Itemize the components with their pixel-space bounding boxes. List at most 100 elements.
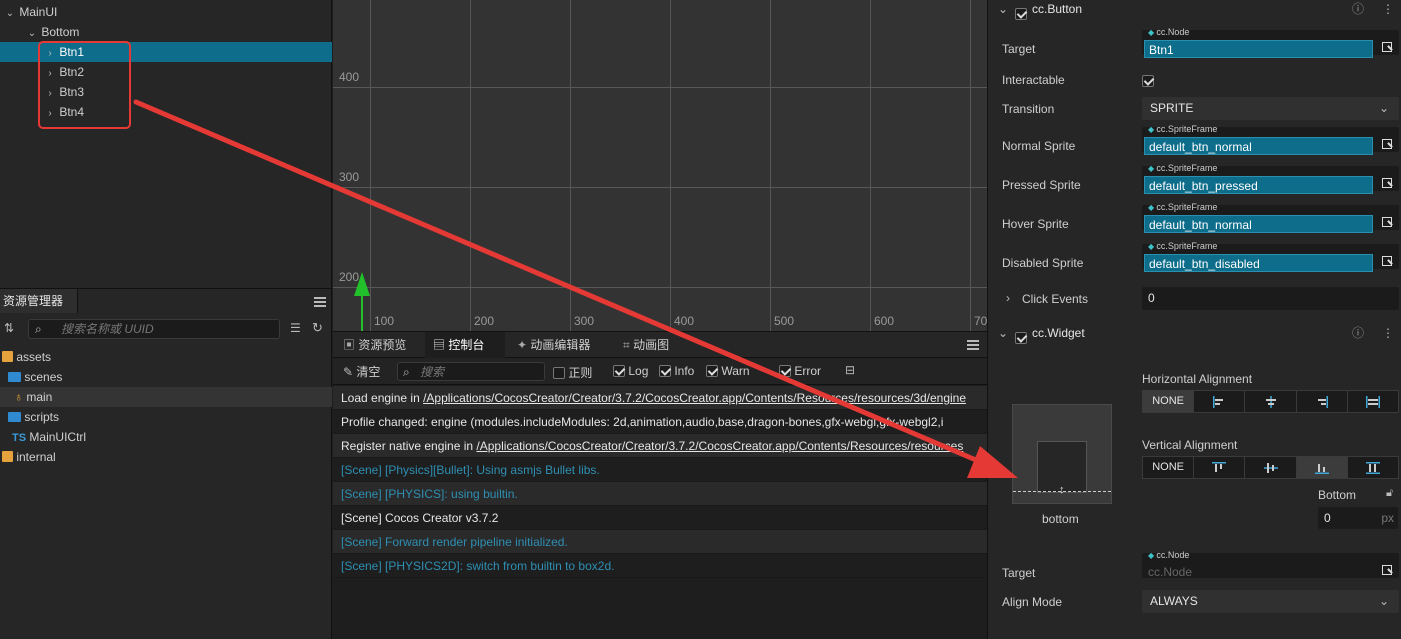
target-value: Btn1 xyxy=(1144,40,1373,58)
more-icon[interactable]: ⋮ xyxy=(1382,0,1394,20)
h-align-center-button[interactable] xyxy=(1245,391,1297,412)
menu-icon[interactable] xyxy=(314,297,326,307)
help-icon[interactable]: ⓘ xyxy=(1352,322,1364,344)
v-align-stretch-button[interactable] xyxy=(1348,457,1398,478)
target-field[interactable]: cc.Node Btn1 xyxy=(1142,27,1399,58)
console-search-input[interactable]: ⌕ 搜索 xyxy=(397,362,545,381)
log-entry[interactable]: [Scene] Forward render pipeline initiali… xyxy=(333,530,987,554)
tab-label: 资源管理器 xyxy=(3,294,64,308)
filter-label: Log xyxy=(628,364,649,378)
collapse-icon[interactable]: ⊟ xyxy=(845,363,855,377)
log-entry[interactable]: [Scene] [Physics][Bullet]: Using asmjs B… xyxy=(333,458,987,482)
regex-checkbox[interactable] xyxy=(553,367,565,379)
picker-icon[interactable] xyxy=(1381,255,1395,269)
more-icon[interactable]: ⋮ xyxy=(1382,322,1394,344)
asset-item-scenes[interactable]: scenes xyxy=(0,367,332,387)
filter-info[interactable]: Info xyxy=(659,364,694,378)
error-checkbox[interactable] xyxy=(779,365,791,377)
filter-warn[interactable]: Warn xyxy=(706,364,750,378)
align-middle-icon xyxy=(1263,462,1278,473)
tab-asset-preview[interactable]: ▣ 资源预览 xyxy=(333,332,423,358)
x-tick-label: 300 xyxy=(574,314,595,328)
v-align-bottom-button[interactable] xyxy=(1296,457,1348,478)
v-align-none-button[interactable]: NONE xyxy=(1143,457,1195,478)
menu-icon[interactable] xyxy=(967,340,979,350)
sort-icon[interactable]: ⇅ xyxy=(4,322,18,334)
button-component-header[interactable]: ⌄ cc.Button ⓘ ⋮ xyxy=(988,0,1401,20)
search-placeholder: 搜索名称或 UUID xyxy=(61,322,154,336)
warn-checkbox[interactable] xyxy=(706,365,718,377)
widget-preview[interactable]: ↕ xyxy=(1012,404,1112,504)
chevron-down-icon[interactable]: ⌄ xyxy=(998,322,1008,344)
asset-label: main xyxy=(26,390,53,404)
h-align-none-button[interactable]: NONE xyxy=(1143,391,1195,412)
widget-enabled-checkbox[interactable] xyxy=(1015,332,1027,344)
log-entry[interactable]: [Scene] Cocos Creator v3.7.2 xyxy=(333,506,987,530)
hover-sprite-label: Hover Sprite xyxy=(1002,217,1069,231)
info-checkbox[interactable] xyxy=(659,365,671,377)
refresh-icon[interactable]: ↻ xyxy=(312,320,323,336)
bottom-value-input[interactable]: 0 px xyxy=(1318,507,1398,529)
tab-animation-editor[interactable]: ✦ 动画编辑器 xyxy=(509,332,609,358)
h-align-stretch-button[interactable] xyxy=(1348,391,1398,412)
log-entry[interactable]: [Scene] [PHYSICS]: using builtin. xyxy=(333,482,987,506)
interactable-checkbox[interactable] xyxy=(1142,75,1154,87)
list-view-icon[interactable]: ☰ xyxy=(290,321,301,335)
asset-item-mainuictrl[interactable]: TS MainUICtrl xyxy=(0,427,332,447)
h-align-right-button[interactable] xyxy=(1297,391,1348,412)
picker-icon[interactable] xyxy=(1381,177,1395,191)
search-placeholder: 搜索 xyxy=(420,365,445,379)
transition-select[interactable]: SPRITE ⌄ xyxy=(1142,97,1399,120)
picker-icon[interactable] xyxy=(1381,41,1395,55)
picker-icon[interactable] xyxy=(1381,138,1395,152)
filter-label: 正则 xyxy=(568,366,593,380)
tree-node-label: Bottom xyxy=(41,25,80,39)
log-link[interactable]: /Applications/CocosCreator/Creator/3.7.2… xyxy=(423,391,966,405)
chevron-down-icon[interactable]: ⌄ xyxy=(998,0,1008,20)
picker-icon[interactable] xyxy=(1381,564,1395,578)
button-enabled-checkbox[interactable] xyxy=(1015,8,1027,20)
tab-animation-graph[interactable]: ⌗ 动画图 xyxy=(615,332,695,358)
v-align-middle-button[interactable] xyxy=(1245,457,1297,478)
log-entry[interactable]: Register native engine in /Applications/… xyxy=(333,434,987,458)
v-align-top-button[interactable] xyxy=(1194,457,1246,478)
log-entry[interactable]: [Scene] [PHYSICS2D]: switch from builtin… xyxy=(333,554,987,578)
asset-item-main[interactable]: ♁ main xyxy=(0,387,332,407)
click-events-count[interactable]: 0 xyxy=(1142,287,1399,310)
chevron-right-icon[interactable]: › xyxy=(1006,291,1010,305)
log-text: Register native engine in xyxy=(341,439,477,453)
asset-item-scripts[interactable]: scripts xyxy=(0,407,332,427)
lock-icon[interactable]: 🔓︎ xyxy=(1386,487,1393,500)
help-icon[interactable]: ⓘ xyxy=(1352,0,1364,20)
hover-sprite-field[interactable]: cc.SpriteFrame default_btn_normal xyxy=(1142,202,1399,233)
tab-assets[interactable]: 资源管理器 xyxy=(0,289,79,313)
tree-node-mainui[interactable]: ⌄ MainUI xyxy=(0,2,332,22)
clear-button[interactable]: ✎ 清空 xyxy=(343,363,380,380)
picker-icon[interactable] xyxy=(1381,216,1395,230)
align-mode-select[interactable]: ALWAYS ⌄ xyxy=(1142,590,1399,613)
disabled-sprite-field[interactable]: cc.SpriteFrame default_btn_disabled xyxy=(1142,241,1399,272)
filter-regex[interactable]: 正则 xyxy=(553,364,592,381)
chevron-down-icon[interactable]: ⌄ xyxy=(26,24,38,44)
asset-search-input[interactable]: ⌕ 搜索名称或 UUID xyxy=(28,319,280,339)
scene-viewport[interactable]: 400 300 200 100 200 300 400 500 600 70 xyxy=(333,0,987,331)
log-checkbox[interactable] xyxy=(613,365,625,377)
widget-component-header[interactable]: ⌄ cc.Widget ⓘ ⋮ xyxy=(988,322,1401,344)
filter-log[interactable]: Log xyxy=(613,364,648,378)
asset-item-assets[interactable]: assets xyxy=(0,347,332,367)
filter-error[interactable]: Error xyxy=(779,364,821,378)
pressed-sprite-field[interactable]: cc.SpriteFrame default_btn_pressed xyxy=(1142,163,1399,194)
chevron-down-icon[interactable]: ⌄ xyxy=(4,4,16,24)
log-link[interactable]: /Applications/CocosCreator/Creator/3.7.2… xyxy=(476,439,963,453)
normal-sprite-field[interactable]: cc.SpriteFrame default_btn_normal xyxy=(1142,124,1399,155)
log-entry[interactable]: Profile changed: engine (modules.include… xyxy=(333,410,987,434)
tab-console[interactable]: ▤ 控制台 xyxy=(425,332,505,358)
h-align-left-button[interactable] xyxy=(1194,391,1246,412)
y-axis-gizmo-icon[interactable] xyxy=(351,270,373,331)
log-entry[interactable]: Load engine in /Applications/CocosCreato… xyxy=(333,386,987,410)
widget-target-field[interactable]: cc.Node cc.Node xyxy=(1142,550,1399,579)
asset-item-internal[interactable]: internal xyxy=(0,447,332,467)
count-value: 0 xyxy=(1148,291,1155,305)
asset-label: scripts xyxy=(24,410,60,424)
tree-node-bottom[interactable]: ⌄ Bottom xyxy=(0,22,332,42)
